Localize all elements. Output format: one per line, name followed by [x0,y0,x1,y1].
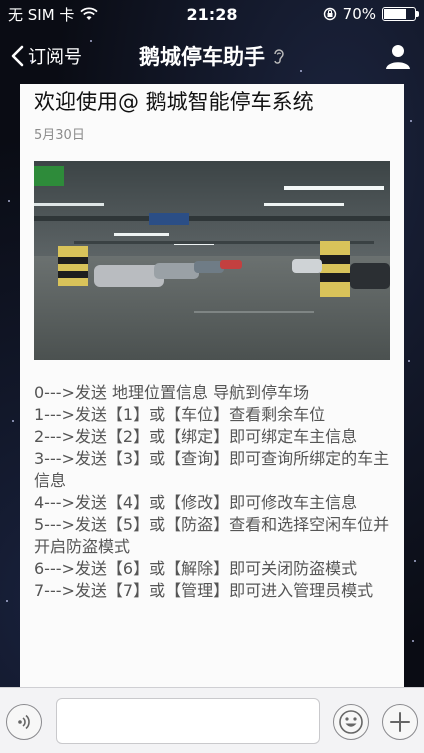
battery-percent: 70% [342,5,376,23]
profile-icon[interactable] [384,42,412,70]
orientation-lock-icon [323,7,336,21]
status-time: 21:28 [186,4,238,24]
voice-icon [18,714,30,730]
plus-button[interactable] [382,704,418,740]
page-title-text: 鹅城停车助手 [139,45,265,69]
body-line: 7--->发送【7】或【管理】即可进入管理员模式 [34,581,374,600]
body-line: 5--->发送【5】或【防盗】查看和选择空闲车位并开启防盗模式 [34,515,390,556]
status-bar: 无 SIM 卡 21:28 70% [0,0,424,28]
battery-icon [382,7,419,21]
wifi-icon [80,7,99,20]
plus-icon [390,712,410,732]
emoji-button[interactable] [333,704,369,740]
article-title: 欢迎使用@ 鹅城智能停车系统 [34,90,314,114]
message-input[interactable] [56,698,320,744]
battery-level-fill [384,9,407,19]
page-title: 鹅城停车助手 [139,41,285,71]
ear-icon [274,49,284,64]
parking-garage-image [34,161,390,360]
nav-bar: 订阅号 鹅城停车助手 [0,28,424,84]
body-line: 4--->发送【4】或【修改】即可修改车主信息 [34,493,358,512]
article-card: 欢迎使用@ 鹅城智能停车系统 5月30日 0--->发送 地理位置信息 导航到停… [20,84,404,687]
emoji-icon [339,710,363,734]
voice-button[interactable] [6,704,42,740]
back-button[interactable]: 订阅号 [0,43,82,69]
back-label: 订阅号 [28,47,82,68]
article-date: 5月30日 [34,128,85,143]
body-line: 3--->发送【3】或【查询】即可查询所绑定的车主信息 [34,449,390,490]
carrier-label: 无 SIM 卡 [8,5,75,24]
message-input-bar [0,687,424,753]
chevron-left-icon [11,45,24,67]
body-line: 6--->发送【6】或【解除】即可关闭防盗模式 [34,559,358,578]
body-line: 0--->发送 地理位置信息 导航到停车场 [34,383,310,402]
article-body: 0--->发送 地理位置信息 导航到停车场 1--->发送【1】或【车位】查看剩… [34,382,390,602]
body-line: 2--->发送【2】或【绑定】即可绑定车主信息 [34,427,358,446]
body-line: 1--->发送【1】或【车位】查看剩余车位 [34,405,326,424]
